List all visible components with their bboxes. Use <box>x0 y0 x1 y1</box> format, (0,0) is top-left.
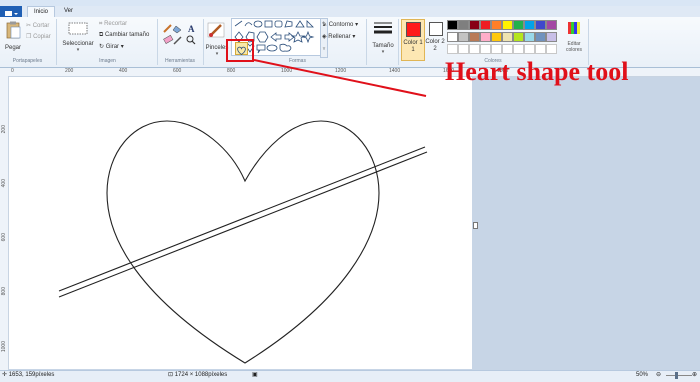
cursor-position-text: 1653, 159píxeles <box>8 372 55 378</box>
dimensions-icon: ⊡ <box>168 372 174 378</box>
annotation-arrow-line <box>253 59 427 97</box>
zoom-out-button[interactable]: ⊖ <box>656 371 661 380</box>
zoom-slider-thumb[interactable] <box>675 372 678 379</box>
status-bar <box>0 370 700 382</box>
disk-icon: ▣ <box>252 372 258 378</box>
file-size: ▣ <box>252 371 258 380</box>
dimensions-text: 1724 × 1088píxeles <box>174 372 228 378</box>
zoom-in-button[interactable]: ⊕ <box>692 371 697 380</box>
annotation-label: Heart shape tool <box>445 57 629 86</box>
cursor-position: ✛ 1653, 159píxeles <box>2 371 54 380</box>
annotation-highlight-box <box>226 39 254 62</box>
zoom-slider-track[interactable] <box>666 375 692 376</box>
image-dimensions: ⊡ 1724 × 1088píxeles <box>168 371 227 380</box>
crosshair-icon: ✛ <box>2 372 8 378</box>
zoom-level: 50% <box>636 372 649 378</box>
